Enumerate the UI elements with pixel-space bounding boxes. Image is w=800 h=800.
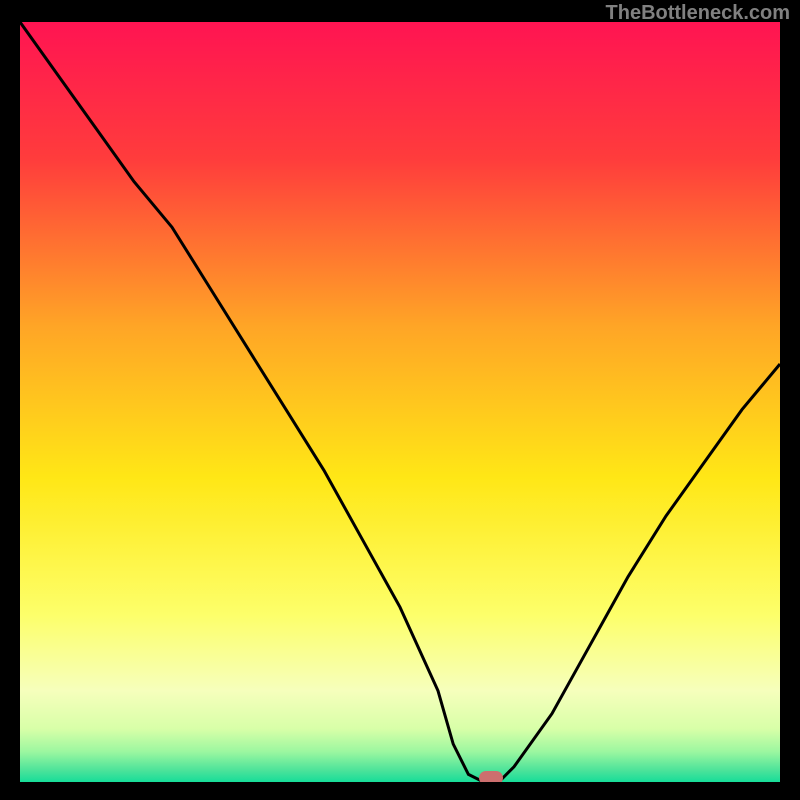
plot-outer [20, 22, 780, 782]
optimal-point-marker [479, 771, 503, 782]
watermark-text: TheBottleneck.com [606, 2, 790, 25]
chart-frame: TheBottleneck.com [0, 0, 800, 800]
plot-area [20, 22, 780, 782]
chart-svg [20, 22, 780, 782]
gradient-background [20, 22, 780, 782]
